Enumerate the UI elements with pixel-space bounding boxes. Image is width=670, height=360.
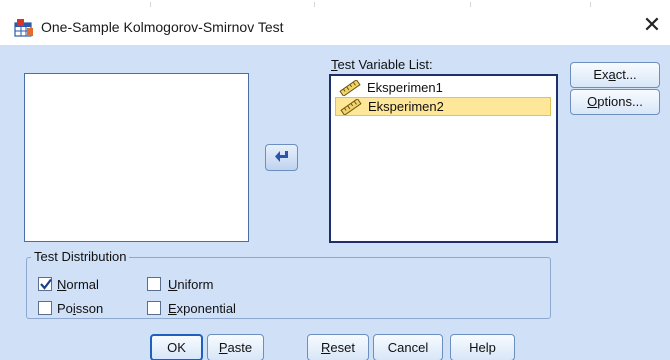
strip-tick — [470, 2, 471, 7]
window-title: One-Sample Kolmogorov-Smirnov Test — [41, 19, 284, 35]
exact-button[interactable]: Exact... — [570, 62, 660, 88]
cancel-button[interactable]: Cancel — [373, 334, 443, 360]
variable-label: Eksperimen2 — [368, 99, 444, 114]
top-strip — [0, 0, 670, 9]
variable-label: Eksperimen1 — [367, 80, 443, 95]
uniform-checkbox[interactable] — [147, 277, 161, 291]
test-distribution-title: Test Distribution — [31, 249, 130, 264]
strip-tick — [590, 2, 591, 7]
dialog-body: Test Variable List: Eksperimen1 Eksperim… — [0, 45, 670, 360]
ks-test-dialog: One-Sample Kolmogorov-Smirnov Test ✕ Tes… — [0, 0, 670, 360]
arrow-left-icon — [275, 151, 288, 162]
paste-button[interactable]: Paste — [207, 334, 264, 360]
move-variable-button[interactable] — [265, 144, 298, 171]
scale-ruler-icon — [339, 80, 361, 96]
exponential-label[interactable]: Exponential — [168, 301, 236, 316]
strip-tick — [314, 2, 315, 7]
test-variable-list-label: Test Variable List: — [331, 57, 433, 72]
ok-button[interactable]: OK — [150, 334, 203, 360]
spss-dialog-icon — [14, 19, 33, 37]
reset-button[interactable]: Reset — [307, 334, 369, 360]
help-button[interactable]: Help — [450, 334, 515, 360]
normal-label[interactable]: Normal — [57, 277, 99, 292]
test-distribution-group — [26, 257, 551, 319]
poisson-checkbox[interactable] — [38, 301, 52, 315]
options-button[interactable]: Options... — [570, 89, 660, 115]
strip-tick — [150, 2, 151, 7]
poisson-label[interactable]: Poisson — [57, 301, 103, 316]
close-button[interactable]: ✕ — [638, 12, 666, 40]
test-variable-list[interactable]: Eksperimen1 Eksperimen2 — [329, 74, 558, 243]
exponential-checkbox[interactable] — [147, 301, 161, 315]
normal-checkbox[interactable] — [38, 277, 52, 291]
uniform-label[interactable]: Uniform — [168, 277, 214, 292]
list-item-eksperimen2[interactable]: Eksperimen2 — [335, 97, 551, 116]
scale-ruler-icon — [340, 99, 362, 115]
source-variable-list[interactable] — [24, 73, 249, 242]
checkmark-icon — [40, 278, 52, 290]
list-item-eksperimen1[interactable]: Eksperimen1 — [335, 79, 551, 98]
